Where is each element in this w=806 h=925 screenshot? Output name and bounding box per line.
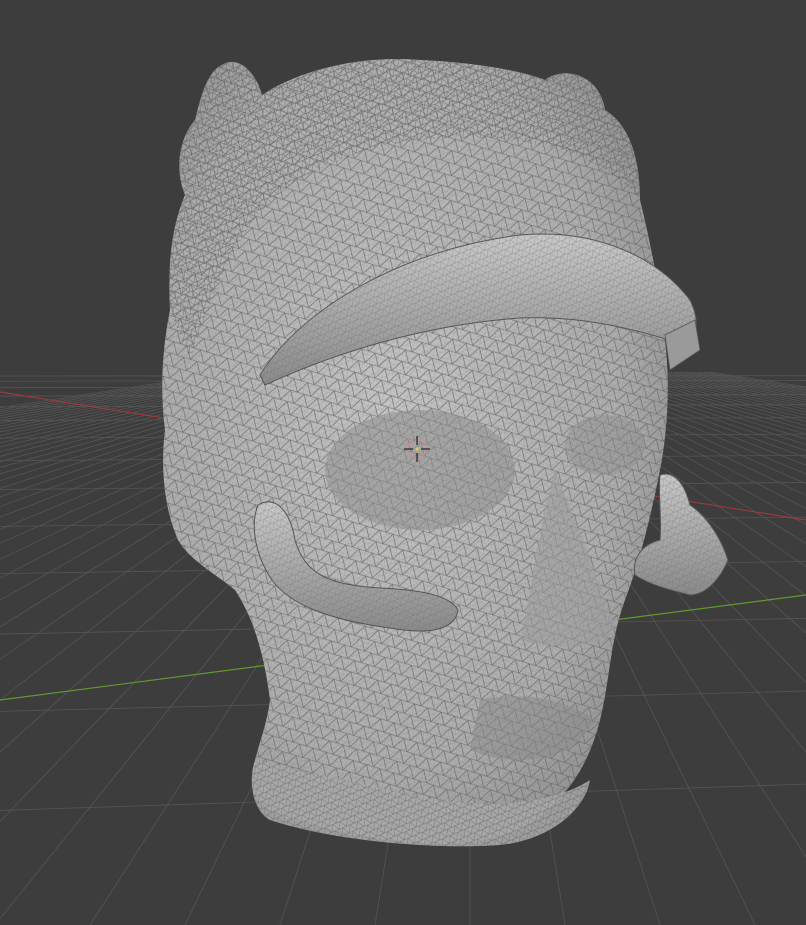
grid-line	[685, 371, 806, 394]
viewport-canvas[interactable]	[0, 0, 806, 925]
grid-line	[691, 371, 806, 392]
grid-line	[643, 371, 806, 408]
grid-line	[703, 371, 806, 389]
grid-line	[649, 371, 806, 405]
grid-line	[667, 371, 806, 399]
grid-line	[655, 371, 806, 403]
grid-line	[697, 371, 806, 391]
head-mesh[interactable]	[150, 40, 690, 860]
grid-line	[679, 371, 806, 395]
grid-line	[709, 371, 806, 388]
3d-viewport[interactable]	[0, 0, 806, 925]
